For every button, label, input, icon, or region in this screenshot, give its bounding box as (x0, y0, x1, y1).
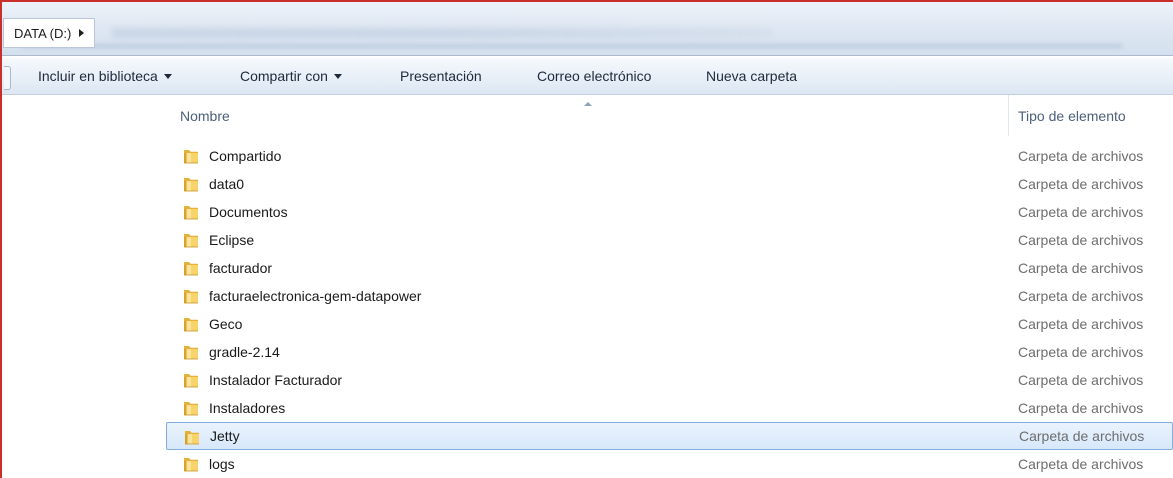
folder-icon (183, 428, 201, 446)
share-with-label: Compartir con (240, 68, 328, 84)
slideshow-label: Presentación (400, 68, 482, 84)
address-bar (2, 2, 1173, 56)
file-name[interactable]: data0 (209, 176, 244, 192)
share-with-button[interactable]: Compartir con (240, 58, 342, 94)
column-header-row: Nombre Tipo de elemento (166, 95, 1173, 137)
folder-icon (182, 147, 200, 165)
file-type: Carpeta de archivos (1018, 232, 1144, 248)
table-row[interactable]: Compartido Carpeta de archivos (166, 142, 1173, 170)
file-type: Carpeta de archivos (1018, 260, 1144, 276)
file-type: Carpeta de archivos (1018, 400, 1144, 416)
file-type: Carpeta de archivos (1018, 372, 1144, 388)
file-name[interactable]: Geco (209, 316, 242, 332)
folder-icon (182, 343, 200, 361)
address-bar-blurred-region (112, 28, 772, 38)
file-type: Carpeta de archivos (1018, 316, 1144, 332)
table-row[interactable]: data0 Carpeta de archivos (166, 170, 1173, 198)
table-row[interactable]: logs Carpeta de archivos (166, 450, 1173, 478)
file-name[interactable]: Compartido (209, 148, 281, 164)
table-row[interactable]: facturaelectronica-gem-datapower Carpeta … (166, 282, 1173, 310)
table-row[interactable]: Geco Carpeta de archivos (166, 310, 1173, 338)
table-row[interactable]: Documentos Carpeta de archivos (166, 198, 1173, 226)
column-header-name-label: Nombre (180, 107, 230, 124)
new-folder-label: Nueva carpeta (706, 68, 798, 84)
file-type: Carpeta de archivos (1018, 148, 1144, 164)
address-bar-blurred-strip (22, 44, 1122, 48)
table-row[interactable]: Instaladores Carpeta de archivos (166, 394, 1173, 422)
folder-icon (182, 231, 200, 249)
file-name[interactable]: Instaladores (209, 400, 285, 416)
file-type: Carpeta de archivos (1019, 428, 1145, 444)
slideshow-button[interactable]: Presentación (400, 58, 482, 94)
email-button[interactable]: Correo electrónico (537, 58, 651, 94)
column-header-type-label: Tipo de elemento (1018, 107, 1126, 124)
file-type: Carpeta de archivos (1018, 456, 1144, 472)
file-name[interactable]: facturaelectronica-gem-datapower (209, 288, 421, 304)
folder-icon (182, 371, 200, 389)
file-type: Carpeta de archivos (1018, 204, 1144, 220)
table-row[interactable]: gradle-2.14 Carpeta de archivos (166, 338, 1173, 366)
new-folder-button[interactable]: Nueva carpeta (706, 58, 797, 94)
file-name[interactable]: Eclipse (209, 232, 254, 248)
file-name[interactable]: Documentos (209, 204, 288, 220)
table-row-selected[interactable]: Jetty Carpeta de archivos (166, 422, 1173, 450)
file-rows: Compartido Carpeta de archivos data0 Carpet… (166, 142, 1173, 478)
file-name[interactable]: facturador (209, 260, 272, 276)
file-name[interactable]: Instalador Facturador (209, 372, 342, 388)
chevron-right-icon[interactable] (79, 29, 85, 37)
file-list[interactable]: Nombre Tipo de elemento Compartido Carpet… (166, 95, 1173, 478)
sort-ascending-icon (584, 102, 592, 106)
navigation-pane[interactable] (2, 95, 166, 478)
file-name[interactable]: gradle-2.14 (209, 344, 280, 360)
include-in-library-label: Incluir en biblioteca (38, 68, 158, 84)
chevron-down-icon (163, 74, 172, 79)
folder-icon (182, 287, 200, 305)
breadcrumb[interactable]: DATA (D:) (3, 18, 96, 48)
folder-icon (182, 399, 200, 417)
breadcrumb-drive-label[interactable]: DATA (D:) (14, 26, 71, 41)
folder-icon (182, 203, 200, 221)
column-header-type[interactable]: Tipo de elemento (1010, 95, 1173, 136)
email-label: Correo electrónico (537, 68, 652, 84)
table-row[interactable]: facturador Carpeta de archivos (166, 254, 1173, 282)
include-in-library-button[interactable]: Incluir en biblioteca (38, 58, 172, 94)
folder-icon (182, 315, 200, 333)
file-type: Carpeta de archivos (1018, 288, 1144, 304)
folder-icon (182, 175, 200, 193)
table-row[interactable]: Eclipse Carpeta de archivos (166, 226, 1173, 254)
folder-icon (182, 259, 200, 277)
file-name[interactable]: logs (209, 456, 235, 472)
toolbar-left-edge (4, 66, 11, 90)
table-row[interactable]: Instalador Facturador Carpeta de archivos (166, 366, 1173, 394)
file-type: Carpeta de archivos (1018, 344, 1144, 360)
file-type: Carpeta de archivos (1018, 176, 1144, 192)
folder-icon (182, 455, 200, 473)
file-name[interactable]: Jetty (210, 428, 240, 444)
chevron-down-icon (333, 74, 342, 79)
